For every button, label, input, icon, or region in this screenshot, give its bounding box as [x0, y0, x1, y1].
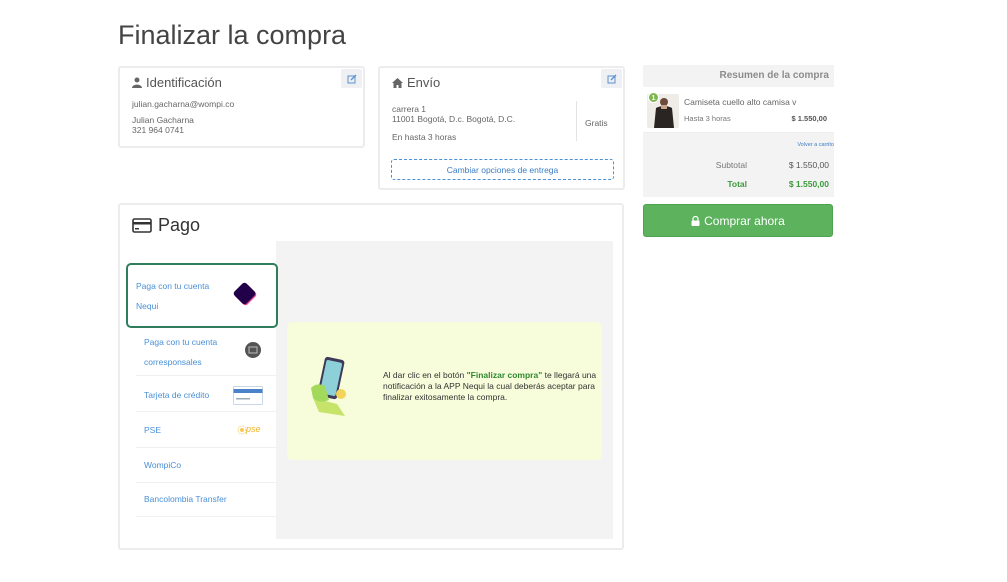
payment-method-credit-card[interactable]: Tarjeta de crédito: [136, 379, 276, 412]
nequi-info-text: Al dar clic en el botón "Finalizar compr…: [383, 370, 597, 402]
payment-method-wompico[interactable]: WompiCo: [136, 449, 276, 483]
total-label: Total: [727, 179, 747, 189]
identification-panel: Identificación julian.gacharna@wompi.co …: [118, 66, 365, 148]
credit-card-logo-icon: [233, 386, 263, 405]
credit-card-icon: [132, 218, 152, 233]
shipping-divider: [576, 101, 577, 141]
pse-logo-icon: pse: [246, 424, 261, 434]
edit-shipping-button[interactable]: [601, 69, 622, 88]
payment-panel: Pago Paga con tu cuenta Nequi Paga con t…: [118, 203, 624, 550]
buy-now-button[interactable]: Comprar ahora: [643, 204, 833, 237]
buy-now-label: Comprar ahora: [704, 213, 785, 228]
identification-header: Identificación: [132, 75, 222, 90]
shipping-title: Envío: [407, 75, 441, 90]
shipping-address-line1: carrera 1: [392, 104, 427, 114]
user-icon: [132, 77, 142, 88]
method-label: PSE: [144, 425, 162, 435]
identification-email: julian.gacharna@wompi.co: [132, 99, 235, 109]
product-delivery: Hasta 3 horas: [684, 114, 731, 123]
subtotal-label: Subtotal: [715, 160, 747, 170]
payment-title: Pago: [158, 215, 201, 235]
edit-icon: [347, 74, 356, 83]
product-price: $ 1.550,00: [791, 114, 827, 123]
order-summary: Resumen de la compra 1 Camiseta cuello a…: [643, 65, 834, 197]
method-label: Paga con tu cuenta: [144, 337, 218, 347]
method-label: WompiCo: [144, 460, 182, 470]
method-label: Paga con tu cuenta: [136, 281, 210, 291]
corresponsales-icon: [245, 342, 261, 358]
payment-method-corresponsales[interactable]: Paga con tu cuenta corresponsales: [136, 331, 276, 376]
shipping-header: Envío: [392, 75, 440, 90]
lock-icon: [691, 215, 700, 226]
identification-title: Identificación: [146, 75, 222, 90]
pse-sun-icon: [237, 425, 247, 435]
product-name: Camiseta cuello alto camisa v: [684, 97, 797, 107]
payment-header: Pago: [132, 215, 200, 236]
identification-name: Julian Gacharna: [132, 115, 194, 125]
payment-method-bancolombia-transfer[interactable]: Bancolombia Transfer: [136, 483, 276, 517]
subtotal-value: $ 1.550,00: [788, 160, 829, 170]
summary-item: 1 Camiseta cuello alto camisa v Hasta 3 …: [643, 87, 834, 133]
method-label: corresponsales: [144, 357, 202, 367]
method-label: Bancolombia Transfer: [144, 494, 227, 504]
phone-notification-illustration: [311, 356, 346, 416]
total-value: $ 1.550,00: [788, 179, 829, 189]
identification-phone: 321 964 0741: [132, 125, 184, 135]
quantity-badge: 1: [648, 92, 659, 103]
nequi-info-box: Al dar clic en el botón "Finalizar compr…: [287, 322, 602, 460]
shipping-eta: En hasta 3 horas: [392, 132, 457, 142]
shipping-panel: Envío carrera 1 11001 Bogotá, D.c. Bogot…: [378, 66, 625, 190]
change-delivery-button[interactable]: Cambiar opciones de entrega: [391, 159, 614, 180]
method-label: Nequi: [136, 301, 159, 311]
summary-totals: Volver a carrito Subtotal $ 1.550,00 Tot…: [643, 133, 834, 197]
payment-method-pse[interactable]: PSE pse: [136, 414, 276, 448]
shipping-cost: Gratis: [585, 118, 608, 128]
edit-icon: [607, 74, 616, 83]
method-label: Tarjeta de crédito: [144, 390, 210, 400]
back-to-cart-link[interactable]: Volver a carrito: [797, 142, 834, 148]
nequi-logo-icon: [233, 282, 257, 306]
home-icon: [392, 77, 403, 88]
shipping-address-line2: 11001 Bogotá, D.c. Bogotá, D.C.: [392, 114, 516, 124]
page-title: Finalizar la compra: [118, 20, 347, 50]
summary-title: Resumen de la compra: [643, 65, 834, 87]
payment-method-nequi[interactable]: Paga con tu cuenta Nequi: [126, 263, 278, 328]
edit-identification-button[interactable]: [341, 69, 362, 88]
